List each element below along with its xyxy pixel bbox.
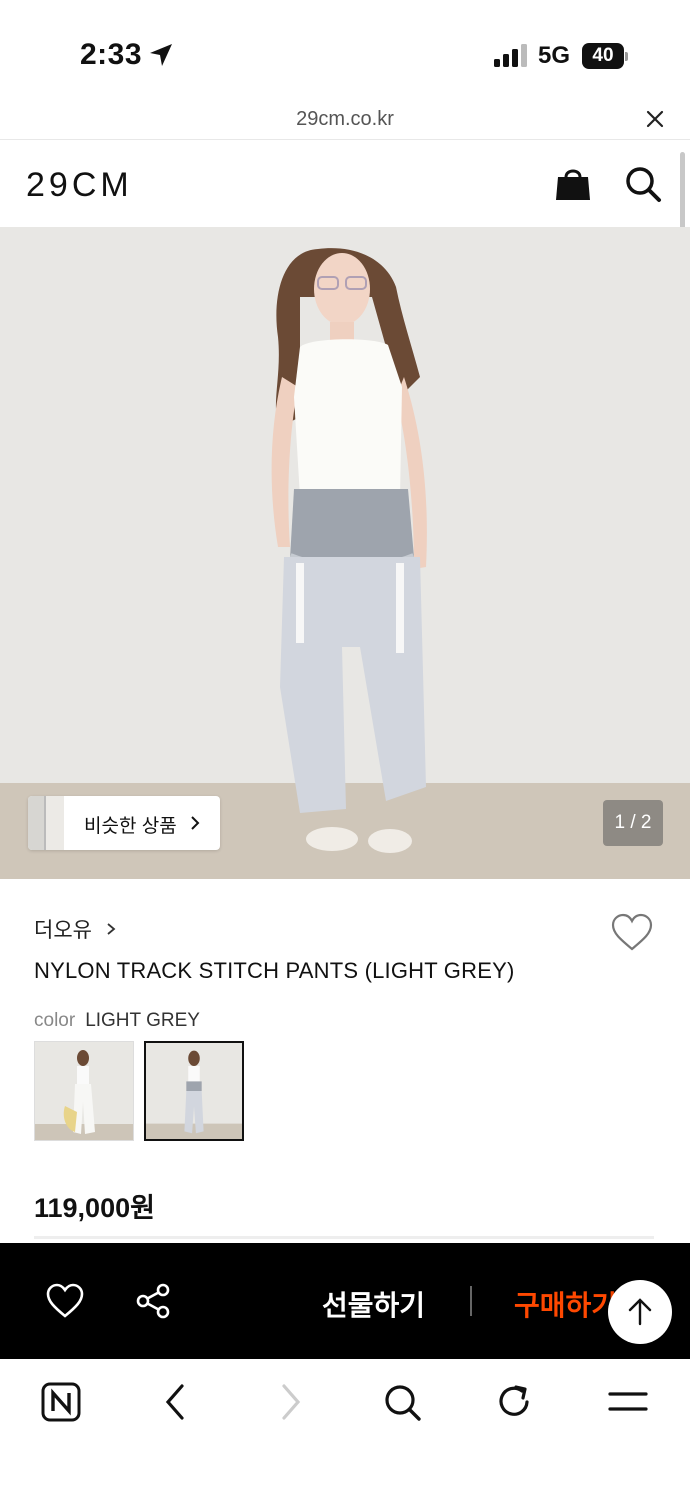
site-logo[interactable]: 29CM [26, 166, 133, 205]
chevron-right-icon [107, 923, 116, 935]
buy-button[interactable]: 구매하기 [514, 1284, 617, 1324]
scroll-to-top-button[interactable] [608, 1280, 672, 1344]
image-page-counter: 1 / 2 [603, 800, 663, 846]
color-option-row: color LIGHT GREY [34, 1010, 200, 1032]
battery-icon: 40 [582, 43, 628, 69]
similar-product-thumbnail [44, 796, 64, 850]
color-value: LIGHT GREY [85, 1010, 200, 1031]
swatch-image [35, 1042, 133, 1140]
close-icon[interactable] [644, 108, 666, 130]
color-swatch-selected[interactable] [144, 1041, 244, 1141]
swatch-image [146, 1043, 242, 1139]
arrow-up-icon [628, 1298, 652, 1326]
product-price: 119,000원 [34, 1193, 155, 1223]
brand-name[interactable]: 더오유 [34, 919, 92, 942]
color-label: color [34, 1010, 76, 1031]
model-photo [0, 227, 690, 879]
network-type: 5G [538, 42, 571, 69]
status-time: 2:33 [80, 38, 143, 71]
battery-level: 40 [592, 45, 614, 66]
brand-link[interactable]: 더오유 [34, 914, 116, 944]
signal-icon [494, 44, 527, 67]
heart-icon[interactable] [610, 912, 654, 952]
share-icon[interactable] [134, 1282, 172, 1320]
gift-button[interactable]: 선물하기 [322, 1284, 425, 1324]
chevron-right-icon [191, 816, 200, 830]
search-icon[interactable] [382, 1382, 422, 1422]
product-title: NYLON TRACK STITCH PANTS (LIGHT GREY) [34, 958, 515, 983]
menu-icon[interactable] [608, 1382, 648, 1422]
shopping-bag-icon[interactable] [554, 164, 592, 202]
similar-products-button[interactable]: 비슷한 상품 [28, 796, 220, 850]
location-arrow-icon [150, 44, 172, 66]
divider [34, 1236, 654, 1239]
product-hero-image[interactable] [0, 227, 690, 879]
back-icon[interactable] [156, 1382, 196, 1422]
similar-products-label: 비슷한 상품 [84, 816, 177, 837]
naver-n-icon[interactable] [41, 1382, 81, 1422]
browser-toolbar [0, 1359, 690, 1500]
reload-icon[interactable] [494, 1382, 534, 1422]
color-swatch[interactable] [34, 1041, 134, 1141]
status-bar: 2:33 5G 40 [0, 0, 690, 100]
heart-icon[interactable] [46, 1283, 84, 1319]
search-icon[interactable] [624, 165, 662, 203]
url-bar[interactable]: 29cm.co.kr [0, 100, 690, 140]
divider [470, 1286, 472, 1316]
url-domain[interactable]: 29cm.co.kr [0, 108, 690, 131]
forward-icon[interactable] [270, 1382, 310, 1422]
